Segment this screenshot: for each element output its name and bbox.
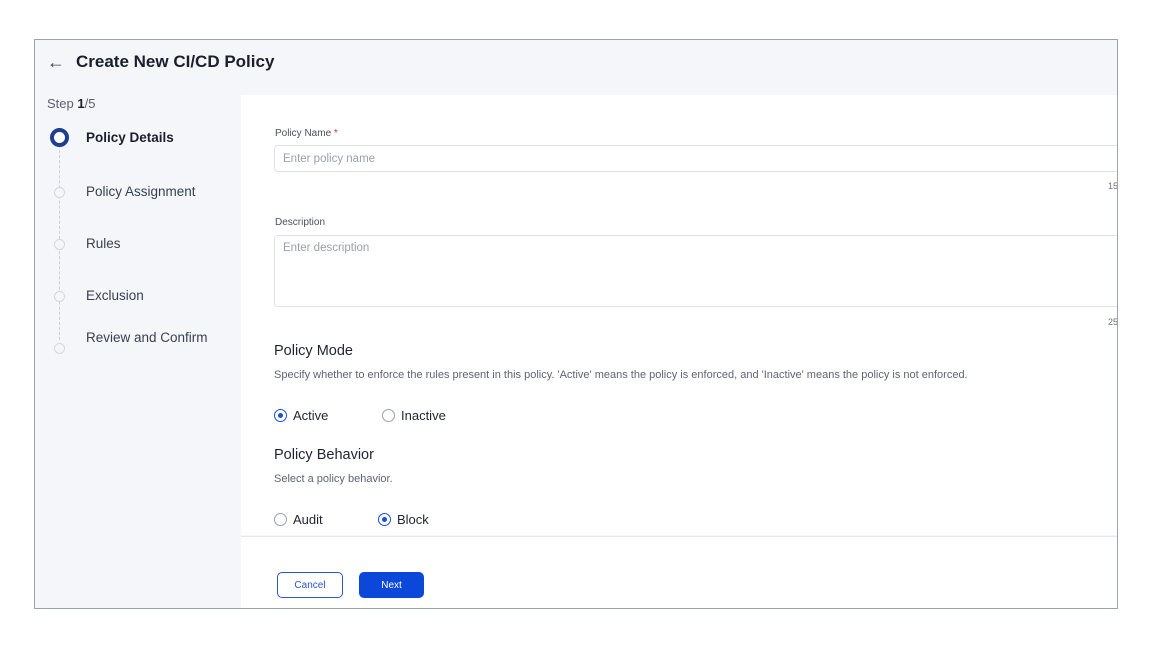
policy-behavior-title: Policy Behavior — [274, 447, 374, 463]
policy-details-form: Policy Name * 15 Description 25 Policy M… — [241, 95, 1118, 535]
radio-checked-icon — [378, 513, 391, 526]
description-label: Description — [275, 217, 326, 228]
policy-name-label: Policy Name * — [275, 128, 338, 139]
step-label: Policy Details — [86, 130, 174, 145]
step-label: Exclusion — [86, 288, 144, 303]
policy-mode-description: Specify whether to enforce the rules pre… — [274, 369, 968, 381]
wizard-stepper: Policy Details Policy Assignment Rules E… — [35, 120, 240, 380]
form-footer: Cancel Next — [241, 536, 1117, 608]
policy-behavior-description: Select a policy behavior. — [274, 473, 393, 485]
policy-behavior-block-radio[interactable]: Block — [378, 512, 429, 527]
step-label: Rules — [86, 236, 121, 251]
required-mark: * — [333, 128, 338, 139]
step-pending-icon — [54, 291, 65, 302]
step-prefix: Step — [47, 96, 78, 111]
policy-name-char-counter: 15 — [1108, 181, 1118, 191]
next-button[interactable]: Next — [359, 572, 424, 598]
step-active-icon — [50, 128, 69, 147]
description-char-counter: 25 — [1108, 317, 1118, 327]
policy-mode-inactive-radio[interactable]: Inactive — [382, 408, 446, 423]
step-current: 1 — [77, 96, 85, 111]
policy-behavior-audit-radio[interactable]: Audit — [274, 512, 323, 527]
step-pending-icon — [54, 239, 65, 250]
description-input[interactable] — [274, 235, 1117, 307]
policy-mode-active-radio[interactable]: Active — [274, 408, 328, 423]
policy-name-label-text: Policy Name — [275, 128, 334, 139]
radio-checked-icon — [274, 409, 287, 422]
radio-label: Active — [293, 408, 329, 423]
step-indicator: Step 1/5 — [47, 96, 95, 111]
step-label: Review and Confirm — [86, 330, 208, 345]
radio-unchecked-icon — [274, 513, 287, 526]
radio-unchecked-icon — [382, 409, 395, 422]
page-header: ← Create New CI/CD Policy — [35, 40, 1117, 84]
radio-label: Block — [397, 512, 429, 527]
policy-wizard-window: ← Create New CI/CD Policy Step 1/5 Polic… — [34, 39, 1118, 609]
policy-mode-title: Policy Mode — [274, 343, 353, 359]
page-title: Create New CI/CD Policy — [76, 52, 275, 71]
step-pending-icon — [54, 187, 65, 198]
arrow-left-icon[interactable]: ← — [47, 53, 71, 71]
radio-label: Audit — [293, 512, 323, 527]
step-pending-icon — [54, 343, 65, 354]
radio-label: Inactive — [401, 408, 446, 423]
step-label: Policy Assignment — [86, 184, 196, 199]
cancel-button[interactable]: Cancel — [277, 572, 343, 598]
step-total: /5 — [84, 96, 96, 111]
policy-name-input[interactable] — [274, 145, 1117, 172]
